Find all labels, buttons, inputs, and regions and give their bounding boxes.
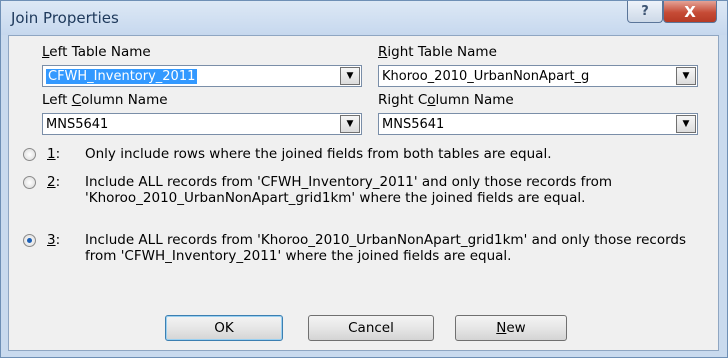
window-title: Join Properties bbox=[11, 9, 119, 27]
chevron-down-icon[interactable]: ▼ bbox=[340, 115, 360, 133]
right-column-accel: o bbox=[427, 92, 436, 108]
left-table-value: CFWH_Inventory_2011 bbox=[46, 69, 198, 84]
radio-option-3[interactable] bbox=[23, 234, 36, 247]
left-table-select[interactable]: CFWH_Inventory_2011 ▼ bbox=[42, 65, 362, 87]
left-column-select[interactable]: MNS5641 ▼ bbox=[42, 113, 362, 135]
left-column-accel: C bbox=[71, 92, 82, 108]
option-1-key: 1: bbox=[47, 146, 61, 162]
right-table-accel: R bbox=[378, 44, 388, 60]
close-icon: X bbox=[684, 2, 696, 21]
join-properties-dialog: Join Properties ? X Left Table Name CFWH… bbox=[0, 0, 728, 358]
dialog-body: Left Table Name CFWH_Inventory_2011 ▼ Ri… bbox=[8, 35, 719, 351]
radio-option-1[interactable] bbox=[23, 148, 36, 161]
right-table-label: Right Table Name bbox=[378, 44, 497, 60]
right-table-select[interactable]: Khoroo_2010_UrbanNonApart_g ▼ bbox=[378, 65, 698, 87]
right-column-label: Right Column Name bbox=[378, 92, 514, 108]
chevron-down-icon[interactable]: ▼ bbox=[340, 67, 360, 85]
option-3-key: 3: bbox=[47, 232, 61, 248]
title-bar[interactable]: Join Properties ? X bbox=[1, 1, 727, 35]
right-table-value: Khoroo_2010_UrbanNonApart_g bbox=[382, 69, 590, 84]
radio-option-2[interactable] bbox=[23, 176, 36, 189]
cancel-label: Cancel bbox=[348, 320, 394, 336]
cancel-button[interactable]: Cancel bbox=[308, 315, 434, 341]
option-3-text: Include ALL records from 'Khoroo_2010_Ur… bbox=[85, 232, 687, 264]
option-2-key: 2: bbox=[47, 174, 61, 190]
chevron-down-icon[interactable]: ▼ bbox=[676, 67, 696, 85]
ok-label: OK bbox=[214, 320, 234, 336]
help-icon: ? bbox=[641, 4, 649, 19]
ok-button[interactable]: OK bbox=[165, 315, 283, 341]
left-table-label: Left Table Name bbox=[42, 44, 151, 60]
new-label: New bbox=[496, 320, 526, 336]
option-1-text: Only include rows where the joined field… bbox=[85, 146, 552, 162]
left-column-value: MNS5641 bbox=[46, 117, 109, 132]
chevron-down-icon[interactable]: ▼ bbox=[676, 115, 696, 133]
option-2-text: Include ALL records from 'CFWH_Inventory… bbox=[85, 174, 613, 206]
close-button[interactable]: X bbox=[663, 1, 717, 23]
right-column-value: MNS5641 bbox=[382, 117, 445, 132]
new-button[interactable]: New bbox=[455, 315, 567, 341]
left-column-label: Left Column Name bbox=[42, 92, 168, 108]
help-button[interactable]: ? bbox=[627, 1, 663, 23]
right-column-select[interactable]: MNS5641 ▼ bbox=[378, 113, 698, 135]
